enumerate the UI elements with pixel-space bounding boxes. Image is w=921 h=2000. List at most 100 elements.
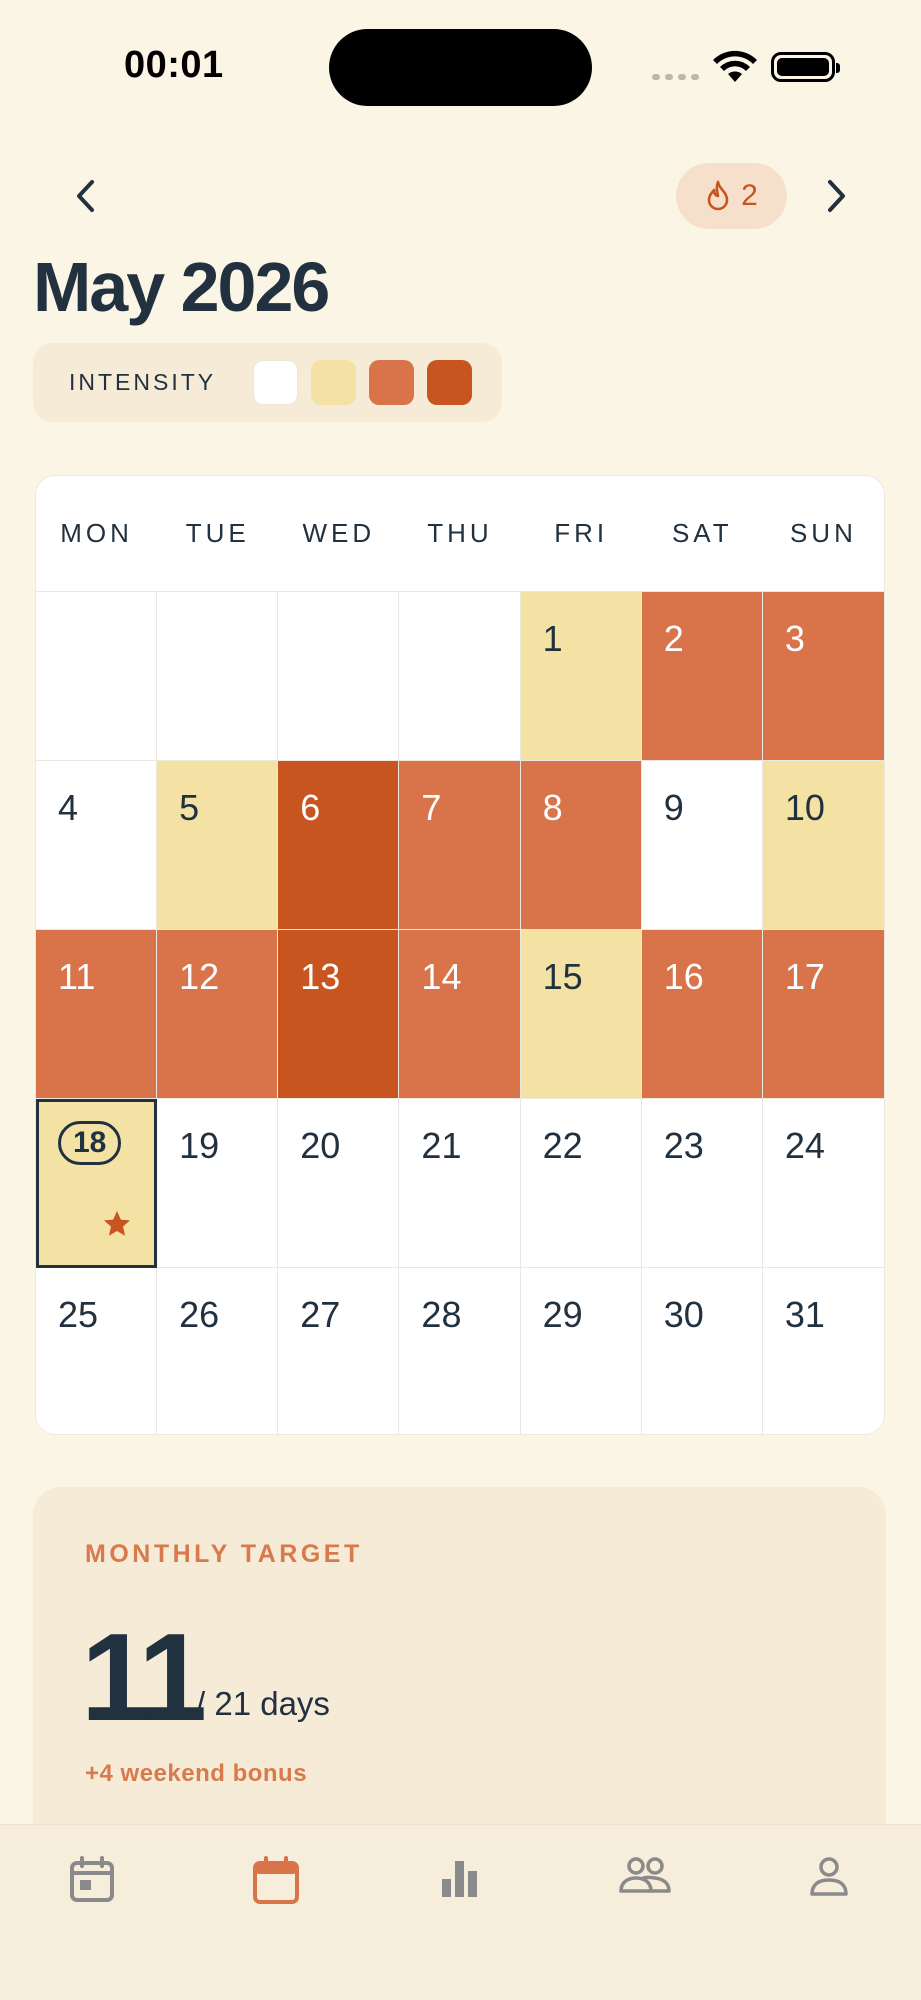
day-number: 22 (542, 1125, 583, 1166)
previous-month-button[interactable] (55, 166, 115, 226)
tab-stats[interactable] (415, 1855, 505, 1925)
day-number: 12 (179, 956, 220, 997)
tab-profile[interactable] (784, 1855, 874, 1925)
next-month-button[interactable] (807, 166, 867, 226)
legend-swatch-level-1 (311, 360, 356, 405)
day-number: 24 (784, 1125, 825, 1166)
day-cell[interactable]: 27 (278, 1268, 400, 1434)
day-number: 23 (663, 1125, 704, 1166)
day-cell[interactable]: 5 (157, 761, 279, 930)
weekday-label: SAT (671, 518, 733, 548)
day-number: 9 (663, 787, 684, 828)
day-cell[interactable]: 24 (762, 1099, 884, 1268)
tab-log[interactable] (47, 1855, 137, 1925)
day-number: 17 (784, 956, 825, 997)
day-cell[interactable]: 12 (157, 930, 279, 1099)
weekday-header: MON TUE WED THU FRI SAT SUN (36, 476, 884, 592)
battery-icon (771, 52, 840, 82)
legend-label: INTENSITY (69, 369, 217, 395)
day-number: 10 (784, 787, 825, 828)
star-icon (104, 1211, 130, 1236)
day-number: 16 (663, 956, 704, 997)
day-cell[interactable]: 29 (520, 1268, 642, 1434)
monthly-target-label: MONTHLY TARGET (85, 1540, 363, 1568)
month-title: May 2026 (33, 248, 330, 326)
day-cell[interactable]: 19 (157, 1099, 279, 1268)
cellular-signal-icon (652, 74, 699, 80)
day-cell[interactable]: 28 (399, 1268, 521, 1434)
tab-friends[interactable] (600, 1855, 690, 1925)
day-cell[interactable]: 20 (278, 1099, 400, 1268)
day-number: 27 (300, 1294, 341, 1335)
day-number: 6 (300, 787, 321, 828)
day-cell[interactable]: 3 (762, 592, 884, 761)
day-number: 15 (542, 956, 583, 997)
day-cell[interactable]: 30 (641, 1268, 763, 1434)
chevron-left-icon (77, 180, 94, 212)
people-icon (618, 1857, 671, 1893)
tab-calendar[interactable] (231, 1855, 321, 1925)
day-cell[interactable]: 23 (641, 1099, 763, 1268)
day-cell[interactable]: 6 (278, 761, 400, 930)
day-number: 29 (542, 1294, 583, 1335)
day-cell[interactable]: 17 (762, 930, 884, 1099)
legend-swatch-level-3 (427, 360, 472, 405)
empty-day-cell (157, 592, 279, 761)
weekday-label: TUE (185, 518, 250, 548)
day-number: 1 (542, 618, 563, 659)
bar-chart-icon (442, 1861, 478, 1897)
day-cell[interactable]: 4 (36, 761, 158, 930)
empty-day-cell (278, 592, 400, 761)
day-number: 18 (58, 1121, 122, 1165)
day-cell[interactable]: 31 (762, 1268, 884, 1434)
streak-count: 2 (741, 179, 758, 212)
day-cell[interactable]: 22 (520, 1099, 642, 1268)
day-number: 5 (179, 787, 200, 828)
day-number: 26 (179, 1294, 220, 1335)
day-number: 30 (663, 1294, 704, 1335)
monthly-target-value: 11 (81, 1609, 207, 1747)
app-screen: 00:01 2 May 2026 INTENSITY MON TUE WED T… (0, 0, 921, 2000)
day-number: 8 (542, 787, 563, 828)
day-cell[interactable]: 1 (520, 592, 642, 761)
chevron-right-icon (828, 180, 845, 212)
weekday-label: MON (60, 518, 133, 548)
weekday-label: SUN (789, 518, 857, 548)
day-number: 4 (58, 787, 79, 828)
day-cell[interactable]: 14 (399, 930, 521, 1099)
profile-icon (810, 1857, 848, 1896)
day-number: 3 (784, 618, 805, 659)
day-number: 31 (784, 1294, 825, 1335)
status-time: 00:01 (124, 44, 224, 86)
monthly-target-total: / 21 days (196, 1685, 330, 1722)
calendar-check-icon (70, 1856, 115, 1902)
day-cell[interactable]: 25 (36, 1268, 158, 1434)
day-cell[interactable]: 2 (641, 592, 763, 761)
weekend-bonus-text: +4 weekend bonus (85, 1760, 308, 1787)
day-cell-today[interactable]: 18 (36, 1099, 158, 1268)
day-number: 13 (300, 956, 341, 997)
day-cell[interactable]: 15 (520, 930, 642, 1099)
empty-day-cell (399, 592, 521, 761)
day-cell[interactable]: 10 (762, 761, 884, 930)
day-cell[interactable]: 26 (157, 1268, 279, 1434)
streak-badge[interactable]: 2 (676, 163, 787, 229)
day-cell[interactable]: 16 (641, 930, 763, 1099)
flame-icon (707, 180, 729, 211)
day-cell[interactable]: 7 (399, 761, 521, 930)
empty-day-cell (36, 592, 158, 761)
day-cell[interactable]: 9 (641, 761, 763, 930)
day-cell[interactable]: 11 (36, 930, 158, 1099)
day-number: 20 (300, 1125, 341, 1166)
wifi-icon (713, 50, 757, 82)
day-number: 2 (663, 618, 684, 659)
calendar-grid: MON TUE WED THU FRI SAT SUN 1 2 3 4 5 6 7 8 9 10 1… (35, 475, 885, 1435)
day-number: 19 (179, 1125, 220, 1166)
dynamic-island (329, 29, 592, 106)
day-cell[interactable]: 8 (520, 761, 642, 930)
day-cell[interactable]: 13 (278, 930, 400, 1099)
calendar-icon (253, 1856, 300, 1904)
day-cell[interactable]: 21 (399, 1099, 521, 1268)
tab-bar (0, 1824, 921, 2000)
day-number: 28 (421, 1294, 462, 1335)
